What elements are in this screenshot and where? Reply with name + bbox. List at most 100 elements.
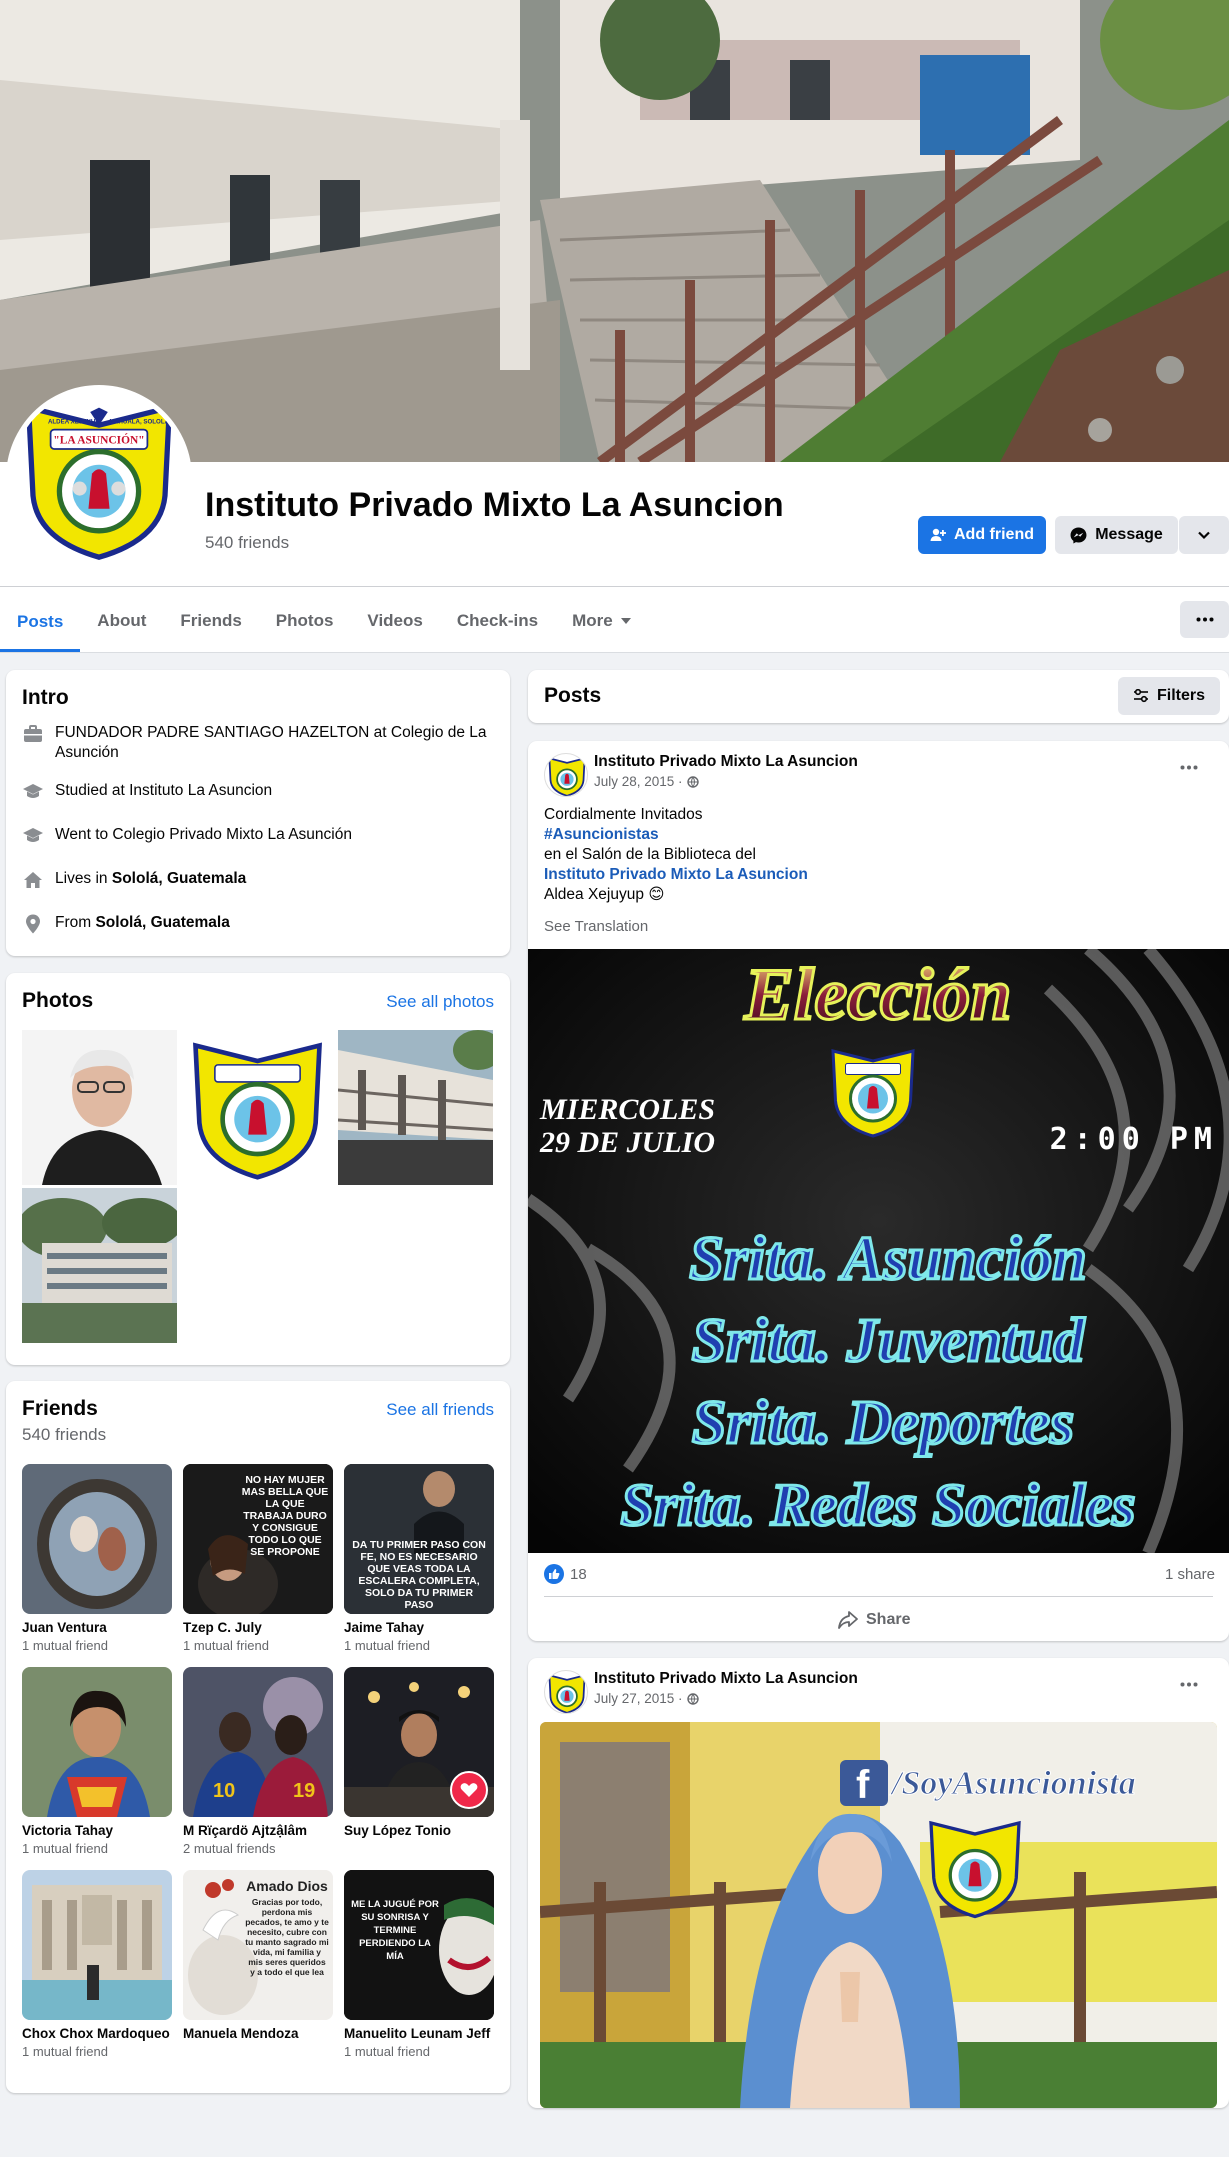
friend-tile[interactable]: Juan Ventura 1 mutual friend (22, 1464, 172, 1653)
intro-item-text: From (55, 914, 96, 931)
post-hashtag[interactable]: #Asuncionistas (544, 825, 808, 845)
photo-thumbnail[interactable] (22, 1030, 177, 1185)
friend-photo[interactable]: 10 19 (183, 1667, 333, 1817)
post-page-mention[interactable]: Instituto Privado Mixto La Asuncion (544, 865, 808, 885)
share-button[interactable]: Share (838, 1603, 910, 1637)
friend-tile[interactable]: 10 19 M Rïçardö Ajtzậlâm 2 mutual friends (183, 1667, 333, 1856)
friend-tile[interactable]: Suy López Tonio (344, 1667, 494, 1841)
flyer-title: Srita. Deportes (692, 1389, 1074, 1457)
like-reaction-icon (544, 1564, 564, 1584)
friend-photo[interactable] (22, 1464, 172, 1614)
header-divider (0, 586, 1229, 587)
post-author-avatar[interactable] (544, 753, 588, 797)
friend-tile[interactable]: Victoria Tahay 1 mutual friend (22, 1667, 172, 1856)
tab-label: Posts (17, 612, 64, 631)
friend-name[interactable]: Manuela Mendoza (183, 2026, 333, 2042)
friend-photo[interactable] (22, 1667, 172, 1817)
profile-avatar[interactable]: "LA ASUNCIÓN" ALDEA XEJUYUP NAHUALA, SOL… (6, 385, 192, 571)
tab-posts[interactable]: Posts (0, 592, 81, 652)
chevron-down-icon (1198, 531, 1210, 540)
svg-text:19: 19 (293, 1780, 315, 1802)
post-image[interactable]: Elección MIERCOLES 29 DE JULIO 2:00 PM S… (528, 949, 1229, 1553)
friend-tile[interactable]: NO HAY MUJER MAS BELLA QUE LA QUE TRABAJ… (183, 1464, 333, 1653)
filters-label: Filters (1156, 687, 1205, 704)
friend-photo[interactable] (344, 1667, 494, 1817)
friend-mutual: 1 mutual friend (22, 2044, 108, 2059)
tab-videos[interactable]: Videos (350, 592, 439, 650)
tabs-more-options-button[interactable] (1180, 601, 1229, 638)
post-date-text: July 28, 2015 · (594, 774, 683, 789)
profile-friends-count[interactable]: 540 friends (205, 533, 289, 553)
intro-item-bold[interactable]: Sololá, Guatemala (95, 914, 229, 931)
ellipsis-icon (1196, 617, 1213, 622)
post-line: en el Salón de la Biblioteca del (544, 846, 756, 863)
post-body: Cordialmente Invitados #Asuncionistas en… (544, 805, 808, 905)
post-options-button[interactable] (1180, 753, 1198, 776)
post-author-avatar[interactable] (544, 1670, 588, 1714)
profile-options-button[interactable] (1179, 516, 1229, 554)
friend-photo[interactable]: NO HAY MUJER MAS BELLA QUE LA QUE TRABAJ… (183, 1464, 333, 1614)
location-pin-icon (22, 913, 44, 935)
graduation-cap-icon (22, 825, 44, 847)
friend-name[interactable]: Manuelito Leunam Jeff (344, 2026, 494, 2042)
photo-thumbnail[interactable] (22, 1188, 177, 1343)
filters-button[interactable]: Filters (1118, 677, 1220, 715)
friend-tile[interactable]: ME LA JUGUÉ POR SU SONRISA Y TERMINE PER… (344, 1870, 494, 2059)
friend-mutual: 1 mutual friend (22, 1638, 108, 1653)
svg-text:f: f (856, 1763, 870, 1807)
friend-mutual: 1 mutual friend (183, 1638, 269, 1653)
friend-name[interactable]: Jaime Tahay (344, 1620, 494, 1636)
friend-tile[interactable]: Amado Dios Gracias por todo, perdona mis… (183, 1870, 333, 2044)
add-friend-button[interactable]: Add friend (918, 516, 1046, 554)
tab-more[interactable]: More (555, 592, 648, 650)
friend-name[interactable]: Victoria Tahay (22, 1823, 172, 1839)
friend-mutual: 1 mutual friend (22, 1841, 108, 1856)
post-timestamp[interactable]: July 27, 2015 · (594, 1691, 699, 1706)
friend-photo[interactable]: DA TU PRIMER PASO CON FE, NO ES NECESARI… (344, 1464, 494, 1614)
logo-banner-text: "LA ASUNCIÓN" (53, 433, 144, 447)
ellipsis-icon (1180, 765, 1198, 770)
share-count[interactable]: 1 share (1165, 1566, 1215, 1583)
tab-check-ins[interactable]: Check-ins (440, 592, 555, 650)
posts-title: Posts (544, 684, 602, 707)
post-card: Instituto Privado Mixto La Asuncion July… (528, 741, 1229, 1641)
see-all-friends-link[interactable]: See all friends (386, 1400, 494, 1420)
friend-name[interactable]: Chox Chox Mardoqueo (22, 2026, 172, 2042)
friends-card: Friends 540 friends See all friends Juan… (6, 1381, 510, 2093)
heart-icon (450, 1771, 488, 1809)
intro-item-bold[interactable]: Sololá, Guatemala (112, 870, 246, 887)
see-all-photos-link[interactable]: See all photos (386, 992, 494, 1012)
friend-tile[interactable]: DA TU PRIMER PASO CON FE, NO ES NECESARI… (344, 1464, 494, 1653)
post-author-name[interactable]: Instituto Privado Mixto La Asuncion (594, 1670, 858, 1688)
see-translation-link[interactable]: See Translation (544, 918, 648, 935)
message-button[interactable]: Message (1055, 516, 1178, 554)
friend-name[interactable]: Suy López Tonio (344, 1823, 494, 1839)
briefcase-icon (22, 723, 44, 745)
tab-about[interactable]: About (80, 592, 163, 650)
photo-thumbnail[interactable] (180, 1030, 335, 1185)
tab-photos[interactable]: Photos (259, 592, 351, 650)
friend-name[interactable]: M Rïçardö Ajtzậlâm (183, 1823, 333, 1839)
message-label: Message (1095, 526, 1163, 543)
friend-photo[interactable] (22, 1870, 172, 2020)
friend-name[interactable]: Tzep C. July (183, 1620, 333, 1636)
post-image[interactable]: f /SoyAsuncionista (540, 1722, 1217, 2108)
post-timestamp[interactable]: July 28, 2015 · (594, 774, 699, 789)
friend-photo[interactable]: ME LA JUGUÉ POR SU SONRISA Y TERMINE PER… (344, 1870, 494, 2020)
friend-name[interactable]: Juan Ventura (22, 1620, 172, 1636)
friend-photo-title: Amado Dios (246, 1878, 328, 1894)
posts-header-card: Posts Filters (528, 670, 1229, 723)
tab-friends[interactable]: Friends (163, 592, 258, 650)
ellipsis-icon (1180, 1682, 1198, 1687)
share-label: Share (866, 1611, 911, 1628)
messenger-icon (1070, 527, 1087, 543)
friend-tile[interactable]: Chox Chox Mardoqueo 1 mutual friend (22, 1870, 172, 2059)
add-person-icon (930, 528, 946, 541)
photo-thumbnail[interactable] (338, 1030, 493, 1185)
tab-label: Photos (275, 611, 334, 630)
reactions-divider (544, 1596, 1213, 1597)
reactions-summary[interactable]: 18 (544, 1564, 587, 1584)
post-author-name[interactable]: Instituto Privado Mixto La Asuncion (594, 753, 858, 771)
post-options-button[interactable] (1180, 1670, 1198, 1693)
friend-photo[interactable]: Amado Dios Gracias por todo, perdona mis… (183, 1870, 333, 2020)
